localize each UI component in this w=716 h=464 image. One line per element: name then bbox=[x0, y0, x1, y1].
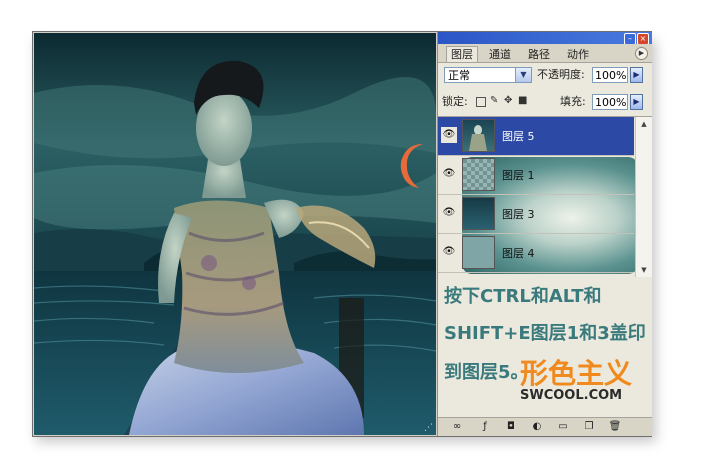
fill-label: 填充: bbox=[560, 95, 586, 108]
eye-icon[interactable]: 👁 bbox=[441, 244, 457, 260]
layer-row[interactable]: 👁 图层 5 bbox=[438, 117, 634, 156]
scroll-down-icon[interactable]: ▼ bbox=[636, 263, 652, 277]
new-group-icon[interactable]: ▭ bbox=[556, 421, 570, 433]
fill-input[interactable]: 100% bbox=[592, 94, 628, 110]
move-icon[interactable]: ✥ bbox=[504, 96, 514, 106]
link-layers-icon[interactable]: ∞ bbox=[450, 421, 464, 433]
layer-name: 图层 1 bbox=[502, 169, 535, 182]
layer-thumbnail bbox=[462, 197, 495, 230]
photoshop-window: ⋰ – × 图层 通道 路径 动作 ▶ 正常 ▼ 不透明度: 100% ▶ 锁定… bbox=[32, 31, 652, 437]
tab-paths[interactable]: 路径 bbox=[524, 47, 554, 62]
layers-palette: – × 图层 通道 路径 动作 ▶ 正常 ▼ 不透明度: 100% ▶ 锁定: … bbox=[437, 32, 652, 436]
palette-titlebar[interactable]: – × bbox=[438, 32, 652, 45]
layer-thumbnail bbox=[462, 119, 495, 152]
layers-list: 👁 图层 5 👁 图层 1 👁 图层 3 👁 图层 4 ▲ ▼ bbox=[438, 116, 652, 277]
tab-layers[interactable]: 图层 bbox=[446, 46, 478, 62]
layer-thumbnail bbox=[462, 158, 495, 191]
palette-bottom-toolbar: ∞ ƒ ◘ ◐ ▭ ❐ 🗑 bbox=[438, 417, 652, 436]
blend-mode-select[interactable]: 正常 ▼ bbox=[444, 67, 532, 83]
instruction-line-1: 按下CTRL和ALT和 bbox=[444, 286, 602, 307]
brand-url: SWCOOL.COM bbox=[520, 388, 623, 403]
palette-tabs: 图层 通道 路径 动作 ▶ bbox=[438, 44, 652, 63]
brand-logo: 形色主义 bbox=[520, 357, 633, 390]
layer-style-icon[interactable]: ƒ bbox=[478, 421, 492, 433]
opacity-arrow-icon[interactable]: ▶ bbox=[630, 67, 643, 83]
resize-grip-icon[interactable]: ⋰ bbox=[424, 423, 434, 433]
eye-icon[interactable]: 👁 bbox=[441, 127, 457, 143]
brush-icon[interactable]: ✎ bbox=[490, 96, 500, 106]
layer-row[interactable]: 👁 图层 4 bbox=[438, 234, 634, 273]
fill-arrow-icon[interactable]: ▶ bbox=[630, 94, 643, 110]
canvas-image: ⋰ bbox=[34, 33, 436, 435]
layer-name: 图层 5 bbox=[502, 130, 535, 143]
pointer-arrow-icon bbox=[400, 144, 423, 188]
lock-all-icon[interactable]: ■ bbox=[518, 96, 528, 106]
adjustment-layer-icon[interactable]: ◐ bbox=[530, 421, 544, 433]
layers-scrollbar[interactable]: ▲ ▼ bbox=[635, 117, 652, 277]
layer-name: 图层 3 bbox=[502, 208, 535, 221]
palette-menu-icon[interactable]: ▶ bbox=[635, 47, 648, 60]
layer-row[interactable]: 👁 图层 3 bbox=[438, 195, 634, 234]
blend-mode-value: 正常 bbox=[448, 69, 470, 82]
lock-transparency-icon[interactable] bbox=[476, 97, 486, 107]
chevron-down-icon[interactable]: ▼ bbox=[515, 68, 531, 82]
lock-label: 锁定: bbox=[442, 95, 468, 108]
eye-icon[interactable]: 👁 bbox=[441, 205, 457, 221]
layer-thumbnail bbox=[462, 236, 495, 269]
opacity-input[interactable]: 100% bbox=[592, 67, 628, 83]
scroll-up-icon[interactable]: ▲ bbox=[636, 117, 652, 131]
eye-icon[interactable]: 👁 bbox=[441, 166, 457, 182]
add-mask-icon[interactable]: ◘ bbox=[504, 421, 518, 433]
opacity-label: 不透明度: bbox=[537, 68, 585, 81]
tab-channels[interactable]: 通道 bbox=[485, 47, 515, 62]
trash-icon[interactable]: 🗑 bbox=[608, 421, 622, 433]
instruction-line-2: SHIFT+E图层1和3盖印 bbox=[444, 323, 646, 344]
instruction-line-3: 到图层5。 bbox=[444, 362, 529, 383]
new-layer-icon[interactable]: ❐ bbox=[582, 421, 596, 433]
layer-name: 图层 4 bbox=[502, 247, 535, 260]
thumbnail-figure bbox=[469, 125, 487, 151]
photo-illustration bbox=[34, 33, 436, 435]
layer-row[interactable]: 👁 图层 1 bbox=[438, 156, 634, 195]
tab-actions[interactable]: 动作 bbox=[563, 47, 593, 62]
